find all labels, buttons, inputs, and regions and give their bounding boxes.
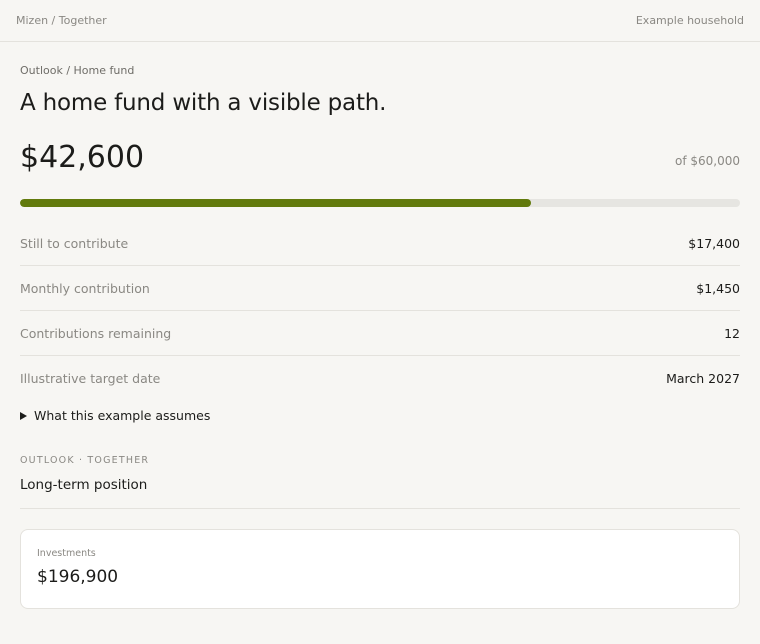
stat-value: $1,450	[696, 280, 740, 296]
stats-list: Still to contribute $17,400 Monthly cont…	[20, 221, 740, 401]
section-eyebrow: OUTLOOK · TOGETHER	[20, 455, 150, 466]
top-bar: Mizen / Together Example household	[0, 0, 760, 42]
section-title: Long-term position	[20, 477, 740, 509]
investments-card[interactable]: Investments $196,900	[20, 529, 740, 609]
disclosure-triangle-icon	[20, 411, 27, 420]
target-amount: of $60,000	[674, 154, 740, 168]
stat-label: Illustrative target date	[20, 371, 161, 386]
stat-label: Still to contribute	[20, 235, 129, 251]
stat-value: $17,400	[688, 235, 740, 251]
breadcrumb: Outlook / Home fund	[20, 64, 135, 77]
investments-label: Investments	[37, 548, 96, 559]
assumptions-disclosure[interactable]: What this example assumes	[20, 408, 740, 423]
household-label: Example household	[635, 14, 744, 27]
page-title: A home fund with a visible path.	[20, 90, 387, 116]
stat-row: Contributions remaining 12	[20, 311, 740, 356]
stat-row: Still to contribute $17,400	[20, 221, 740, 266]
stat-value: March 2027	[666, 371, 740, 386]
stat-label: Monthly contribution	[20, 280, 150, 296]
amount-row: $42,600 of $60,000	[20, 141, 740, 174]
main-content: Outlook / Home fund A home fund with a v…	[0, 42, 760, 609]
progress-bar	[20, 199, 740, 207]
investments-value: $196,900	[37, 567, 119, 587]
progress-fill	[20, 199, 532, 207]
stat-row: Monthly contribution $1,450	[20, 266, 740, 311]
assumptions-label: What this example assumes	[34, 408, 211, 423]
stat-value: 12	[724, 325, 740, 341]
brand-link[interactable]: Mizen / Together	[16, 14, 107, 27]
saved-amount: $42,600	[20, 140, 145, 175]
stat-row: Illustrative target date March 2027	[20, 356, 740, 401]
stat-label: Contributions remaining	[20, 325, 172, 341]
